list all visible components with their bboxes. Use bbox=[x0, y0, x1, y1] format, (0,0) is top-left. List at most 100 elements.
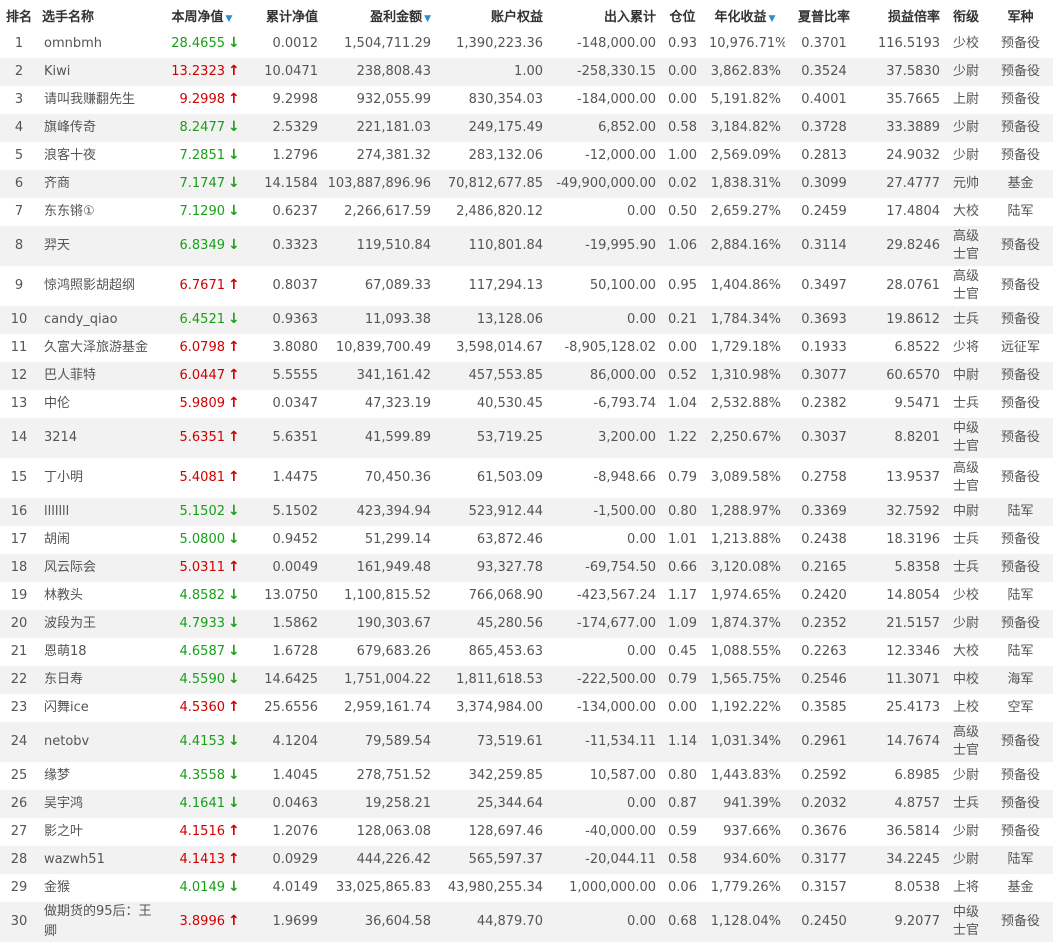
header-name[interactable]: 选手名称 bbox=[38, 0, 162, 30]
table-row[interactable]: 2 Kiwi 13.2323 ↑ 10.0471 238,808.43 1.00 -258,3… bbox=[0, 58, 1053, 86]
cell-name[interactable]: 波段为王 bbox=[38, 610, 162, 638]
cell-name[interactable]: 吴宇鸿 bbox=[38, 790, 162, 818]
table-row[interactable]: 13 中伦 5.9809 ↑ 0.0347 47,323.19 40,530.45 -6,79… bbox=[0, 390, 1053, 418]
cell-total-nav: 10.0471 bbox=[242, 58, 322, 86]
header-sharpe[interactable]: 夏普比率 bbox=[785, 0, 863, 30]
cell-inout: 3,200.00 bbox=[547, 418, 660, 458]
cell-pl-ratio: 21.5157 bbox=[863, 610, 944, 638]
header-army[interactable]: 军种 bbox=[988, 0, 1053, 30]
table-row[interactable]: 23 闪舞ice 4.5360 ↑ 25.6556 2,959,161.74 3,374,9… bbox=[0, 694, 1053, 722]
arrow-up-icon: ↑ bbox=[228, 429, 240, 445]
cell-total-nav: 1.2796 bbox=[242, 142, 322, 170]
cell-name[interactable]: Kiwi bbox=[38, 58, 162, 86]
table-row[interactable]: 5 浪客十夜 7.2851 ↓ 1.2796 274,381.32 283,132.06 -1… bbox=[0, 142, 1053, 170]
header-label: 年化收益 bbox=[714, 9, 767, 25]
cell-name[interactable]: 旗峰传奇 bbox=[38, 114, 162, 142]
table-row[interactable]: 18 风云际会 5.0311 ↑ 0.0049 161,949.48 93,327.78 -6… bbox=[0, 554, 1053, 582]
cell-annual: 1,838.31% bbox=[705, 170, 785, 198]
table-row[interactable]: 20 波段为王 4.7933 ↓ 1.5862 190,303.67 45,280.56 -1… bbox=[0, 610, 1053, 638]
table-row[interactable]: 15 丁小明 5.4081 ↑ 1.4475 70,450.36 61,503.09 -8,9… bbox=[0, 458, 1053, 498]
cell-annual: 3,120.08% bbox=[705, 554, 785, 582]
cell-name[interactable]: 金猴 bbox=[38, 874, 162, 902]
table-row[interactable]: 4 旗峰传奇 8.2477 ↓ 2.5329 221,181.03 249,175.49 6,… bbox=[0, 114, 1053, 142]
header-inout[interactable]: 出入累计 bbox=[547, 0, 660, 30]
table-row[interactable]: 8 羿天 6.8349 ↓ 0.3323 119,510.84 110,801.84 -19,… bbox=[0, 226, 1053, 266]
sort-arrow-icon[interactable]: ▼ bbox=[226, 14, 233, 24]
table-row[interactable]: 28 wazwh51 4.1413 ↑ 0.0929 444,226.42 565,597.… bbox=[0, 846, 1053, 874]
cell-name[interactable]: 惊鸿照影胡超纲 bbox=[38, 266, 162, 306]
cell-week-nav: 4.1413 ↑ bbox=[162, 846, 242, 874]
cell-total-nav: 5.1502 bbox=[242, 498, 322, 526]
cell-equity: 565,597.37 bbox=[435, 846, 547, 874]
cell-name[interactable]: wazwh51 bbox=[38, 846, 162, 874]
table-row[interactable]: 3 请叫我赚翻先生 9.2998 ↑ 9.2998 932,055.99 830,354.0… bbox=[0, 86, 1053, 114]
cell-name[interactable]: 影之叶 bbox=[38, 818, 162, 846]
cell-rank: 20 bbox=[0, 610, 38, 638]
header-week-nav[interactable]: 本周净值 ▼ bbox=[162, 0, 242, 30]
cell-name[interactable]: 东东锵① bbox=[38, 198, 162, 226]
sort-arrow-icon[interactable]: ▼ bbox=[424, 14, 431, 24]
cell-name[interactable]: 久富大泽旅游基金 bbox=[38, 334, 162, 362]
table-row[interactable]: 7 东东锵① 7.1290 ↓ 0.6237 2,266,617.59 2,486,820.… bbox=[0, 198, 1053, 226]
cell-name[interactable]: netobv bbox=[38, 722, 162, 762]
header-pl-ratio[interactable]: 损益倍率 bbox=[863, 0, 944, 30]
arrow-up-icon: ↑ bbox=[228, 277, 240, 293]
table-row[interactable]: 26 吴宇鸿 4.1641 ↓ 0.0463 19,258.21 25,344.64 0.00… bbox=[0, 790, 1053, 818]
cell-name[interactable]: 巴人菲特 bbox=[38, 362, 162, 390]
table-row[interactable]: 30 做期货的95后：王卿 3.8996 ↑ 1.9699 36,604.58 44,879… bbox=[0, 902, 1053, 942]
cell-name[interactable]: omnbmh bbox=[38, 30, 162, 58]
table-row[interactable]: 14 3214 5.6351 ↑ 5.6351 41,599.89 53,719.25 3,2… bbox=[0, 418, 1053, 458]
cell-name[interactable]: 做期货的95后：王卿 bbox=[38, 902, 162, 942]
cell-annual: 1,874.37% bbox=[705, 610, 785, 638]
cell-equity: 3,374,984.00 bbox=[435, 694, 547, 722]
table-row[interactable]: 29 金猴 4.0149 ↓ 4.0149 33,025,865.83 43,980,255… bbox=[0, 874, 1053, 902]
week-nav-value: 4.6587 bbox=[179, 644, 226, 659]
table-row[interactable]: 9 惊鸿照影胡超纲 6.7671 ↑ 0.8037 67,089.33 117,294.13… bbox=[0, 266, 1053, 306]
cell-name[interactable]: 恩萌18 bbox=[38, 638, 162, 666]
table-row[interactable]: 16 lllllll 5.1502 ↓ 5.1502 423,394.94 523,912.… bbox=[0, 498, 1053, 526]
week-nav-value: 4.3558 bbox=[179, 768, 226, 783]
cell-name[interactable]: 闪舞ice bbox=[38, 694, 162, 722]
header-position[interactable]: 仓位 bbox=[660, 0, 705, 30]
cell-name[interactable]: 中伦 bbox=[38, 390, 162, 418]
table-row[interactable]: 1 omnbmh 28.4655 ↓ 0.0012 1,504,711.29 1,390,2… bbox=[0, 30, 1053, 58]
cell-equity: 110,801.84 bbox=[435, 226, 547, 266]
cell-name[interactable]: 请叫我赚翻先生 bbox=[38, 86, 162, 114]
table-row[interactable]: 10 candy_qiao 6.4521 ↓ 0.9363 11,093.38 13,128… bbox=[0, 306, 1053, 334]
table-row[interactable]: 12 巴人菲特 6.0447 ↑ 5.5555 341,161.42 457,553.85 8… bbox=[0, 362, 1053, 390]
header-label: 夏普比率 bbox=[797, 9, 850, 25]
header-title[interactable]: 衔级 bbox=[944, 0, 988, 30]
table-row[interactable]: 17 胡闹 5.0800 ↓ 0.9452 51,299.14 63,872.46 0.00 1… bbox=[0, 526, 1053, 554]
header-profit[interactable]: 盈利金额 ▼ bbox=[322, 0, 435, 30]
table-row[interactable]: 21 恩萌18 4.6587 ↓ 1.6728 679,683.26 865,453.63 0… bbox=[0, 638, 1053, 666]
cell-equity: 249,175.49 bbox=[435, 114, 547, 142]
cell-name[interactable]: 齐商 bbox=[38, 170, 162, 198]
cell-name[interactable]: 林教头 bbox=[38, 582, 162, 610]
table-row[interactable]: 25 缘梦 4.3558 ↓ 1.4045 278,751.52 342,259.85 10,… bbox=[0, 762, 1053, 790]
table-row[interactable]: 22 东日寿 4.5590 ↓ 14.6425 1,751,004.22 1,811,618… bbox=[0, 666, 1053, 694]
cell-sharpe: 0.2450 bbox=[785, 902, 863, 942]
cell-name[interactable]: 浪客十夜 bbox=[38, 142, 162, 170]
table-row[interactable]: 24 netobv 4.4153 ↓ 4.1204 79,589.54 73,519.61-… bbox=[0, 722, 1053, 762]
cell-name[interactable]: candy_qiao bbox=[38, 306, 162, 334]
table-row[interactable]: 27 影之叶 4.1516 ↑ 1.2076 128,063.08 128,697.46 -4… bbox=[0, 818, 1053, 846]
cell-name[interactable]: lllllll bbox=[38, 498, 162, 526]
cell-name[interactable]: 丁小明 bbox=[38, 458, 162, 498]
table-row[interactable]: 6 齐商 7.1747 ↓ 14.1584 103,887,896.96 70,812,67… bbox=[0, 170, 1053, 198]
cell-name[interactable]: 羿天 bbox=[38, 226, 162, 266]
cell-name[interactable]: 东日寿 bbox=[38, 666, 162, 694]
sort-arrow-icon[interactable]: ▼ bbox=[769, 14, 776, 24]
table-row[interactable]: 11 久富大泽旅游基金 6.0798 ↑ 3.8080 10,839,700.49 3,59… bbox=[0, 334, 1053, 362]
header-rank[interactable]: 排名 bbox=[0, 0, 38, 30]
cell-name[interactable]: 风云际会 bbox=[38, 554, 162, 582]
header-total-nav[interactable]: 累计净值 bbox=[242, 0, 322, 30]
table-row[interactable]: 19 林教头 4.8582 ↓ 13.0750 1,100,815.52 766,068.9… bbox=[0, 582, 1053, 610]
header-equity[interactable]: 账户权益 bbox=[435, 0, 547, 30]
cell-total-nav: 0.3323 bbox=[242, 226, 322, 266]
cell-name[interactable]: 3214 bbox=[38, 418, 162, 458]
cell-name[interactable]: 缘梦 bbox=[38, 762, 162, 790]
cell-sharpe: 0.2546 bbox=[785, 666, 863, 694]
cell-name[interactable]: 胡闹 bbox=[38, 526, 162, 554]
header-annual[interactable]: 年化收益 ▼ bbox=[705, 0, 785, 30]
cell-equity: 40,530.45 bbox=[435, 390, 547, 418]
